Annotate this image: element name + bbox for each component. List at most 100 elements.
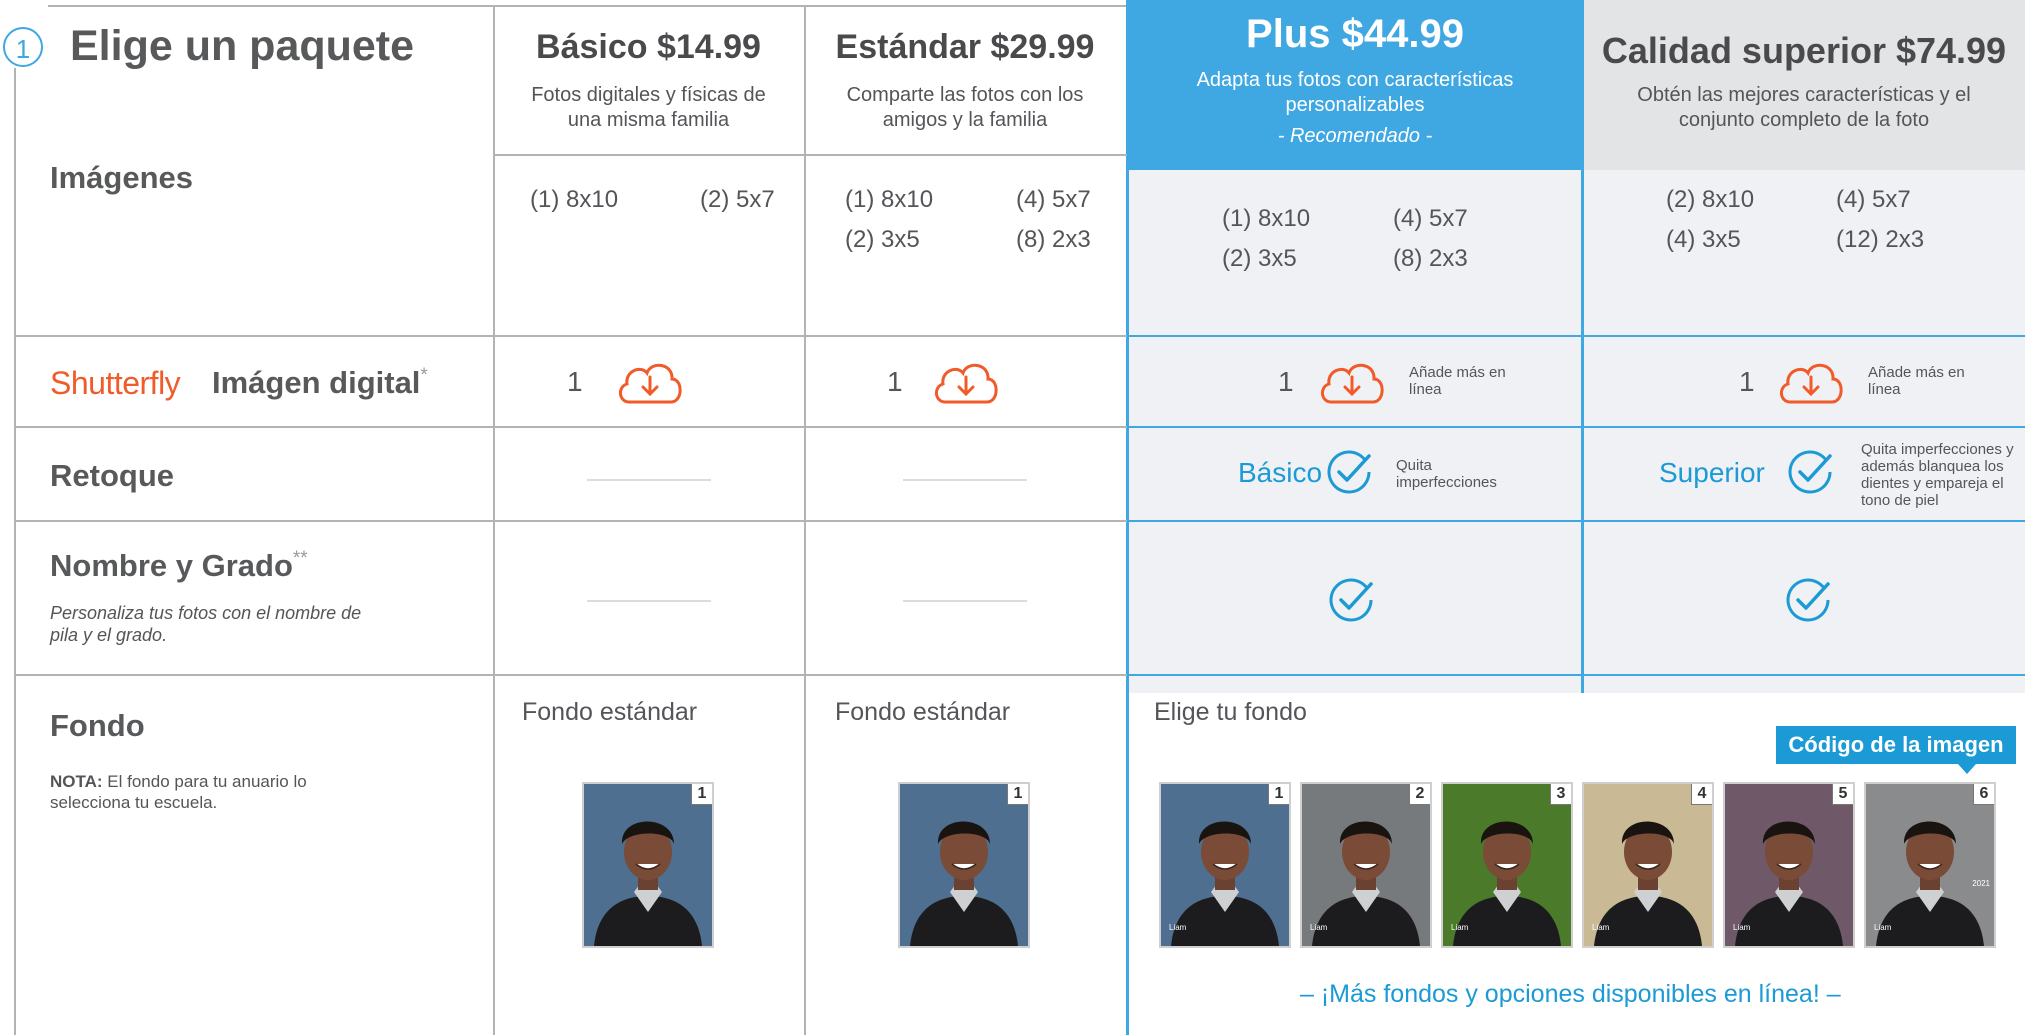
background-option-4[interactable]: Liam 4	[1582, 782, 1714, 948]
background-option-1[interactable]: Liam 1	[1159, 782, 1291, 948]
portrait-image	[1866, 784, 1994, 946]
print-qty: (4) 5x7	[1393, 205, 1468, 232]
background-number-badge: 5	[1832, 784, 1853, 805]
header-bottom-line	[493, 154, 1127, 156]
check-circle-icon	[1329, 578, 1373, 622]
check-circle-icon	[1786, 578, 1830, 622]
year-overlay: 2021	[1972, 879, 1990, 888]
portrait-image	[1584, 784, 1712, 946]
print-qty: (8) 2x3	[1393, 245, 1468, 272]
name-overlay: Liam	[1874, 923, 1892, 932]
add-more-online-note: Añade más en línea	[1868, 364, 1965, 398]
shutterfly-logo: Shutterfly	[50, 365, 181, 401]
check-circle-icon	[1788, 450, 1832, 494]
digital-count-superior: 1	[1739, 366, 1755, 397]
background-option-3[interactable]: Liam 3	[1441, 782, 1573, 948]
not-included-dash	[587, 600, 711, 602]
name-overlay: Liam	[1310, 923, 1328, 932]
row-line-2	[14, 426, 1127, 428]
name-overlay: Liam	[1592, 923, 1610, 932]
name-overlay: Liam	[1451, 923, 1469, 932]
cloud-download-icon[interactable]	[1317, 357, 1387, 407]
row-label-images: Imágenes	[50, 160, 194, 195]
left-border	[14, 68, 16, 1035]
row-line-3	[14, 520, 1127, 522]
print-qty: (2) 3x5	[845, 226, 920, 253]
print-qty: (2) 5x7	[700, 186, 775, 213]
print-qty: (2) 3x5	[1222, 245, 1297, 272]
package-desc-standard: Comparte las fotos con los amigos y la f…	[846, 84, 1084, 131]
retouch-note-plus: Quita imperfecciones	[1396, 457, 1497, 491]
col-divider-superior	[1581, 0, 1584, 693]
retouch-level-plus: Básico	[1238, 457, 1323, 488]
name-grade-footnote-mark: **	[292, 548, 308, 569]
retouch-note-superior: Quita imperfecciones y además blanquea l…	[1861, 441, 2014, 509]
name-overlay: Liam	[1169, 923, 1187, 932]
digital-count-standard: 1	[887, 366, 903, 397]
row-label-name-grade: Nombre y Grado**	[50, 548, 308, 583]
portrait-image	[584, 784, 712, 946]
row-line-1-blue	[1127, 335, 2025, 337]
top-border-mid	[493, 5, 1127, 7]
name-overlay: Liam	[1733, 923, 1751, 932]
image-code-tag: Código de la imagen	[1776, 726, 2016, 774]
background-number-badge: 1	[1268, 784, 1289, 805]
background-option-5[interactable]: Liam 5	[1723, 782, 1855, 948]
background-number-badge: 6	[1973, 784, 1994, 805]
cloud-download-icon[interactable]	[615, 357, 685, 407]
print-qty: (2) 8x10	[1666, 186, 1755, 213]
print-qty: (8) 2x3	[1016, 226, 1091, 253]
cloud-download-icon[interactable]	[1776, 357, 1846, 407]
print-qty: (4) 5x7	[1016, 186, 1091, 213]
package-name-superior: Calidad superior $74.99	[1601, 30, 2007, 71]
row-line-3-blue	[1127, 520, 2025, 522]
print-qty: (1) 8x10	[530, 186, 619, 213]
page-title: Elige un paquete	[70, 22, 415, 70]
retouch-level-superior: Superior	[1659, 457, 1765, 488]
recommended-label: - Recomendado -	[1277, 125, 1433, 147]
background-option-6[interactable]: Liam 2021 6	[1864, 782, 1996, 948]
row-line-2-blue	[1127, 426, 2025, 428]
digital-count-basic: 1	[567, 366, 583, 397]
row-label-retouch: Retoque	[50, 458, 174, 493]
name-grade-description: Personaliza tus fotos con el nombre de p…	[50, 603, 362, 645]
not-included-dash	[903, 600, 1027, 602]
sample-photo-standard: 1	[898, 782, 1030, 948]
row-label-digital: Imágen digital*	[212, 365, 428, 400]
not-included-dash	[587, 479, 711, 481]
not-included-dash	[903, 479, 1027, 481]
print-qty: (4) 3x5	[1666, 226, 1741, 253]
package-desc-basic: Fotos digitales y físicas de una misma f…	[531, 84, 766, 131]
sample-photo-basic: 1	[582, 782, 714, 948]
package-name-basic: Básico $14.99	[536, 28, 761, 66]
cloud-download-icon[interactable]	[931, 357, 1001, 407]
package-desc-superior: Obtén las mejores características y el c…	[1637, 84, 1971, 131]
digital-count-plus: 1	[1278, 366, 1294, 397]
row-line-4	[14, 674, 1127, 676]
package-name-plus: Plus $44.99	[1246, 12, 1464, 56]
add-more-online-note: Añade más en línea	[1409, 364, 1506, 398]
print-qty: (4) 5x7	[1836, 186, 1911, 213]
background-option-2[interactable]: Liam 2	[1300, 782, 1432, 948]
row-label-background: Fondo	[50, 708, 145, 743]
print-qty: (1) 8x10	[1222, 205, 1311, 232]
row-line-4-blue	[1127, 674, 2025, 676]
background-label-standard: Fondo estándar	[835, 698, 1011, 726]
digital-footnote-mark: *	[420, 365, 428, 386]
background-label-choose: Elige tu fondo	[1154, 698, 1307, 726]
background-number-badge: 3	[1550, 784, 1571, 805]
portrait-image	[1725, 784, 1853, 946]
background-number-badge: 1	[1007, 784, 1028, 805]
portrait-image	[1161, 784, 1289, 946]
package-name-standard: Estándar $29.99	[835, 28, 1095, 66]
background-number-badge: 2	[1409, 784, 1430, 805]
portrait-image	[1443, 784, 1571, 946]
step-number-badge: 1	[3, 27, 43, 67]
print-qty: (1) 8x10	[845, 186, 934, 213]
more-backgrounds-online-link[interactable]: – ¡Más fondos y opciones disponibles en …	[1300, 980, 1841, 1009]
portrait-image	[1302, 784, 1430, 946]
top-border-left	[48, 5, 493, 7]
package-desc-plus: Adapta tus fotos con características per…	[1196, 69, 1514, 116]
print-qty: (12) 2x3	[1836, 226, 1925, 253]
background-number-badge: 1	[691, 784, 712, 805]
